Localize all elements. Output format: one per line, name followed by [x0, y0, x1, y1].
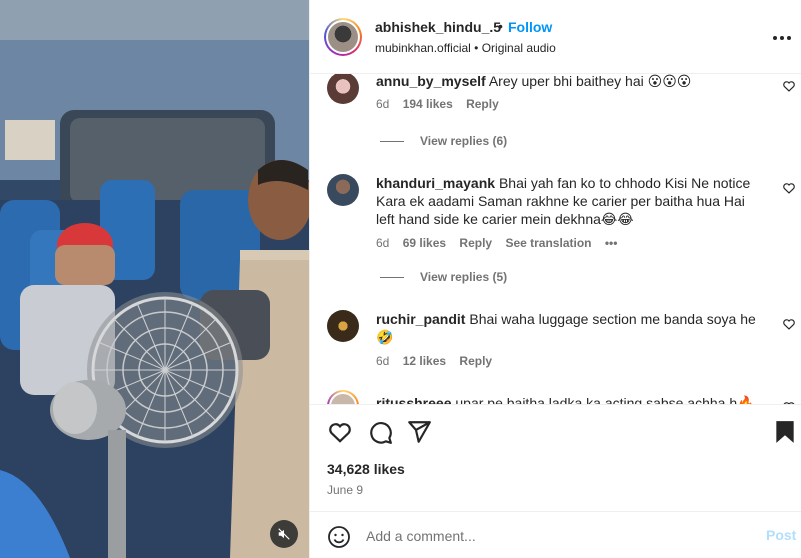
like-heart-icon[interactable] — [327, 419, 353, 445]
mute-button[interactable] — [270, 520, 298, 548]
comments-list[interactable]: annu_by_myself Arey uper bhi baithey hai… — [310, 74, 801, 404]
post-actions: 34,628 likes June 9 — [310, 404, 801, 524]
reply-button[interactable]: Reply — [459, 354, 492, 368]
commenter-avatar[interactable] — [327, 74, 359, 104]
commenter-avatar[interactable] — [327, 174, 359, 206]
comment-body: upar pe baitha ladka ka acting sabse ach… — [455, 395, 755, 404]
comment-text: ritusshreee upar pe baitha ladka ka acti… — [376, 394, 766, 404]
reply-button[interactable]: Reply — [459, 236, 492, 250]
comment-likes[interactable]: 12 likes — [403, 354, 446, 368]
comment-input[interactable] — [366, 524, 746, 548]
separator-dot: • — [498, 18, 503, 34]
comment-meta: 6d 194 likes Reply — [376, 97, 509, 111]
add-comment-bar: Post — [310, 511, 801, 558]
comment-username[interactable]: ritusshreee — [376, 395, 451, 404]
likes-count[interactable]: 34,628 likes — [327, 461, 405, 477]
comment-likes[interactable]: 194 likes — [403, 97, 453, 111]
commenter-avatar[interactable] — [327, 390, 359, 404]
comment-username[interactable]: annu_by_myself — [376, 74, 486, 89]
comment-username[interactable]: khanduri_mayank — [376, 175, 495, 191]
post-media-video[interactable] — [0, 0, 309, 558]
more-horizontal-icon — [773, 36, 791, 40]
heart-icon[interactable] — [782, 79, 796, 93]
comment-options-button[interactable]: ••• — [605, 236, 618, 250]
emoji-icon[interactable] — [327, 525, 351, 549]
comment-body: Arey uper bhi baithey hai 😮😮😮 — [488, 74, 692, 89]
post-header: abhishek_hindu_.5 • Follow mubinkhan.off… — [310, 0, 801, 74]
comment-text: annu_by_myself Arey uper bhi baithey hai… — [376, 74, 766, 90]
comment-meta: 6d 69 likes Reply See translation ••• — [376, 236, 627, 250]
comment-time[interactable]: 6d — [376, 97, 389, 111]
video-frame — [0, 0, 309, 558]
comment-likes[interactable]: 69 likes — [403, 236, 446, 250]
commenter-avatar[interactable] — [327, 310, 359, 342]
post-side-panel: abhishek_hindu_.5 • Follow mubinkhan.off… — [309, 0, 801, 558]
comment-time[interactable]: 6d — [376, 354, 389, 368]
view-replies-button[interactable]: View replies (5) — [380, 270, 507, 284]
view-replies-button[interactable]: View replies (6) — [380, 134, 507, 148]
comment-meta: 6d 12 likes Reply — [376, 354, 502, 368]
share-send-icon[interactable] — [406, 419, 432, 445]
heart-icon[interactable] — [782, 181, 796, 195]
comment-username[interactable]: ruchir_pandit — [376, 311, 465, 327]
speaker-muted-icon — [278, 528, 290, 540]
more-options-button[interactable] — [772, 28, 792, 48]
see-translation-button[interactable]: See translation — [505, 236, 591, 250]
comment-text: ruchir_pandit Bhai waha luggage section … — [376, 310, 766, 346]
comment-time[interactable]: 6d — [376, 236, 389, 250]
follow-button[interactable]: Follow — [508, 19, 552, 35]
save-bookmark-icon[interactable] — [772, 419, 798, 445]
post-date: June 9 — [327, 483, 364, 497]
heart-icon[interactable] — [782, 317, 796, 331]
comment-bubble-icon[interactable] — [367, 419, 393, 445]
reply-button[interactable]: Reply — [466, 97, 499, 111]
author-avatar[interactable] — [324, 18, 362, 56]
post-comment-button[interactable]: Post — [766, 527, 796, 543]
author-username[interactable]: abhishek_hindu_.5 — [375, 19, 501, 35]
comment-text: khanduri_mayank Bhai yah fan ko to chhod… — [376, 174, 766, 228]
audio-subline[interactable]: mubinkhan.official • Original audio — [375, 41, 556, 55]
